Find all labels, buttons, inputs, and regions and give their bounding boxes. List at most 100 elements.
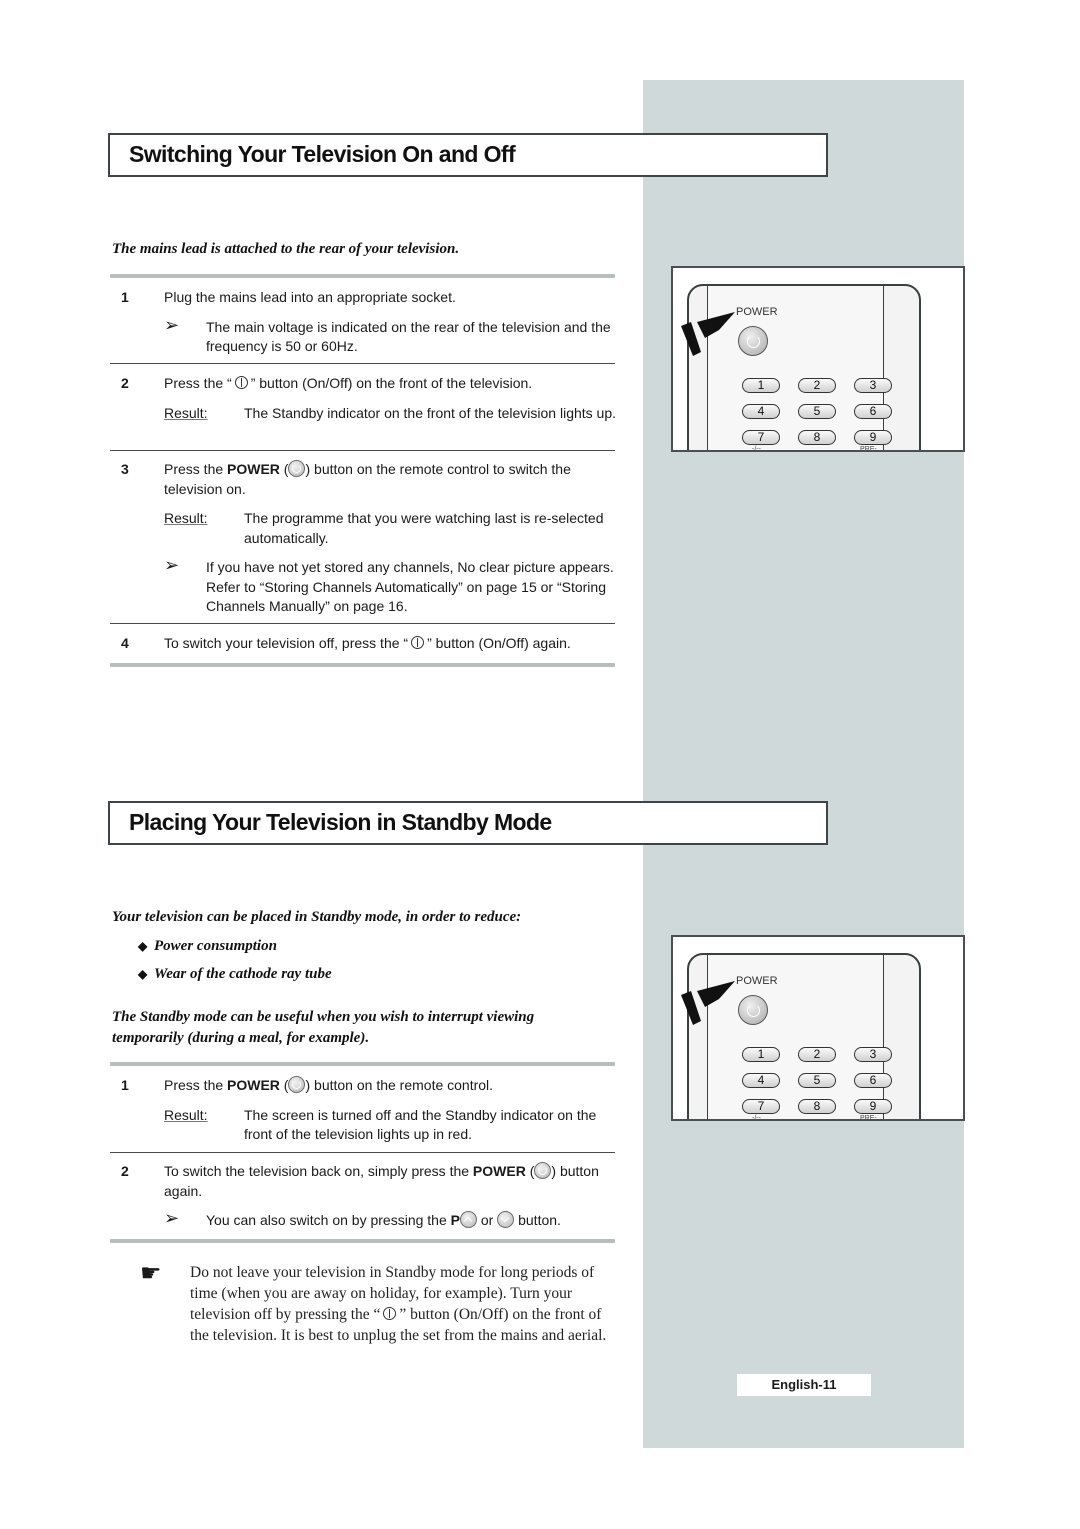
remote-power-button-icon <box>534 1162 552 1179</box>
remote-key: 6 <box>854 1073 892 1088</box>
remote-sub-label: PRE-CH <box>860 446 877 452</box>
warning-text: Do not leave your television in Standby … <box>190 1262 620 1346</box>
power-symbol-icon <box>234 376 248 389</box>
step-number: 3 <box>121 461 129 477</box>
result-label: Result: <box>164 1106 208 1123</box>
remote-sub-label: -/-- <box>752 446 761 452</box>
note-text: The main voltage is indicated on the rea… <box>206 318 611 355</box>
section-intro-2: The Standby mode can be useful when you … <box>112 1009 535 1046</box>
diamond-bullet-icon: ◆ <box>138 939 148 953</box>
result: Result: The programme that you were watc… <box>164 509 620 548</box>
remote-key: 9 <box>854 430 892 445</box>
step-text: Press the POWER () button on the remote … <box>164 460 571 497</box>
step-text: Press the “ ” button (On/Off) on the fron… <box>164 374 620 394</box>
channel-down-button-icon <box>497 1211 515 1228</box>
diamond-bullet-icon: ◆ <box>138 967 148 981</box>
remote-key: 7 <box>742 1099 780 1114</box>
remote-key: 9 <box>854 1099 892 1114</box>
divider <box>110 1152 615 1153</box>
step-text: Plug the mains lead into an appropriate … <box>164 289 456 305</box>
result-label: Result: <box>164 404 208 421</box>
step-item: 1 Plug the mains lead into an appropriat… <box>110 288 620 367</box>
note-arrow-icon: ➢ <box>164 1208 180 1228</box>
remote-power-button-icon <box>738 995 768 1025</box>
pointer-arrow-icon <box>681 312 735 356</box>
section-title-box: Switching Your Television On and Off <box>108 133 828 177</box>
bullet-list: ◆ Power consumption ◆ Wear of the cathode … <box>138 932 332 988</box>
result-text: The screen is turned off and the Standby… <box>244 1106 597 1143</box>
divider <box>110 450 615 451</box>
remote-control-illustration: POWER 1 2 3 4 5 6 7 8 9 -/-- PRE-CH <box>671 935 965 1121</box>
channel-up-button-icon <box>459 1211 477 1228</box>
bullet-item: ◆ Wear of the cathode ray tube <box>138 960 332 988</box>
text-part: To switch the television back on, simply… <box>164 1163 473 1179</box>
remote-power-label: POWER <box>736 306 778 318</box>
result: Result: The screen is turned off and the… <box>164 1106 620 1145</box>
remote-key: 8 <box>798 1099 836 1114</box>
remote-key: 8 <box>798 430 836 445</box>
step-item: 4 To switch your television off, press t… <box>110 634 620 664</box>
text-part: ” button (On/Off) on the front of the te… <box>250 375 533 391</box>
pointing-hand-icon: ☛ <box>140 1260 162 1287</box>
step-text: Press the POWER () button on the remote … <box>164 1076 494 1093</box>
step-item: 2 Press the “ ” button (On/Off) on the fr… <box>110 374 620 433</box>
text-part: button on the remote control. <box>310 1077 494 1093</box>
remote-key: 3 <box>854 378 892 393</box>
result: Result: The Standby indicator on the fro… <box>164 404 620 424</box>
text-part: Press the <box>164 1077 228 1093</box>
remote-key: 3 <box>854 1047 892 1062</box>
divider <box>110 363 615 364</box>
step-item: 1 Press the POWER () button on the remot… <box>110 1076 620 1155</box>
text-part: To switch your television off, press the… <box>164 635 409 651</box>
divider <box>110 663 615 667</box>
remote-key: 6 <box>854 404 892 419</box>
power-label: POWER <box>227 461 280 477</box>
result-label: Result: <box>164 510 208 526</box>
remote-key: 2 <box>798 378 836 393</box>
p-label: P <box>450 1212 460 1228</box>
note: ➢ If you have not yet stored any channel… <box>164 555 620 617</box>
divider <box>110 274 615 278</box>
note: ➢ You can also switch on by pressing the… <box>164 1208 620 1231</box>
step-number: 1 <box>121 289 129 305</box>
note: ➢ The main voltage is indicated on the r… <box>164 314 620 357</box>
remote-key: 4 <box>742 404 780 419</box>
note-text: If you have not yet stored any channels,… <box>206 559 614 614</box>
remote-key: 2 <box>798 1047 836 1062</box>
step-number: 1 <box>121 1077 129 1093</box>
remote-key: 4 <box>742 1073 780 1088</box>
note-arrow-icon: ➢ <box>164 555 180 575</box>
remote-power-button-icon <box>288 460 306 477</box>
text-part: ” button (On/Off) again. <box>427 635 571 651</box>
bullet-item: ◆ Power consumption <box>138 932 332 960</box>
remote-control-illustration: POWER 1 2 3 4 5 6 7 8 9 -/-- PRE-CH <box>671 266 965 452</box>
power-label: POWER <box>472 1163 526 1179</box>
divider <box>110 1239 615 1243</box>
step-number: 2 <box>121 1163 129 1179</box>
text-part: or <box>476 1212 498 1228</box>
text-part: Press the “ <box>164 375 232 391</box>
pointer-arrow-icon <box>681 981 735 1025</box>
remote-key: 7 <box>742 430 780 445</box>
step-item: 3 Press the POWER () button on the remot… <box>110 460 620 627</box>
remote-power-button-icon <box>738 326 768 356</box>
remote-power-button-icon <box>288 1076 306 1093</box>
section-title: Placing Your Television in Standby Mode <box>129 809 552 835</box>
text-part: You can also switch on by pressing the <box>206 1212 451 1228</box>
remote-key: 1 <box>742 1047 780 1062</box>
remote-sub-label: -/-- <box>752 1115 761 1121</box>
step-number: 2 <box>121 375 129 391</box>
remote-key: 1 <box>742 378 780 393</box>
bullet-text: Wear of the cathode ray tube <box>154 966 332 982</box>
divider <box>110 623 615 624</box>
step-item: 2 To switch the television back on, simp… <box>110 1162 620 1241</box>
power-label: POWER <box>227 1077 280 1093</box>
remote-sub-label: PRE-CH <box>860 1115 877 1121</box>
power-symbol-icon <box>383 1307 397 1320</box>
remote-power-label: POWER <box>736 975 778 987</box>
note-arrow-icon: ➢ <box>164 314 180 335</box>
page-number: English-11 <box>737 1374 871 1396</box>
power-symbol-icon <box>411 636 425 649</box>
section-title-box: Placing Your Television in Standby Mode <box>108 801 828 845</box>
result-text: The programme that you were watching las… <box>244 510 604 546</box>
